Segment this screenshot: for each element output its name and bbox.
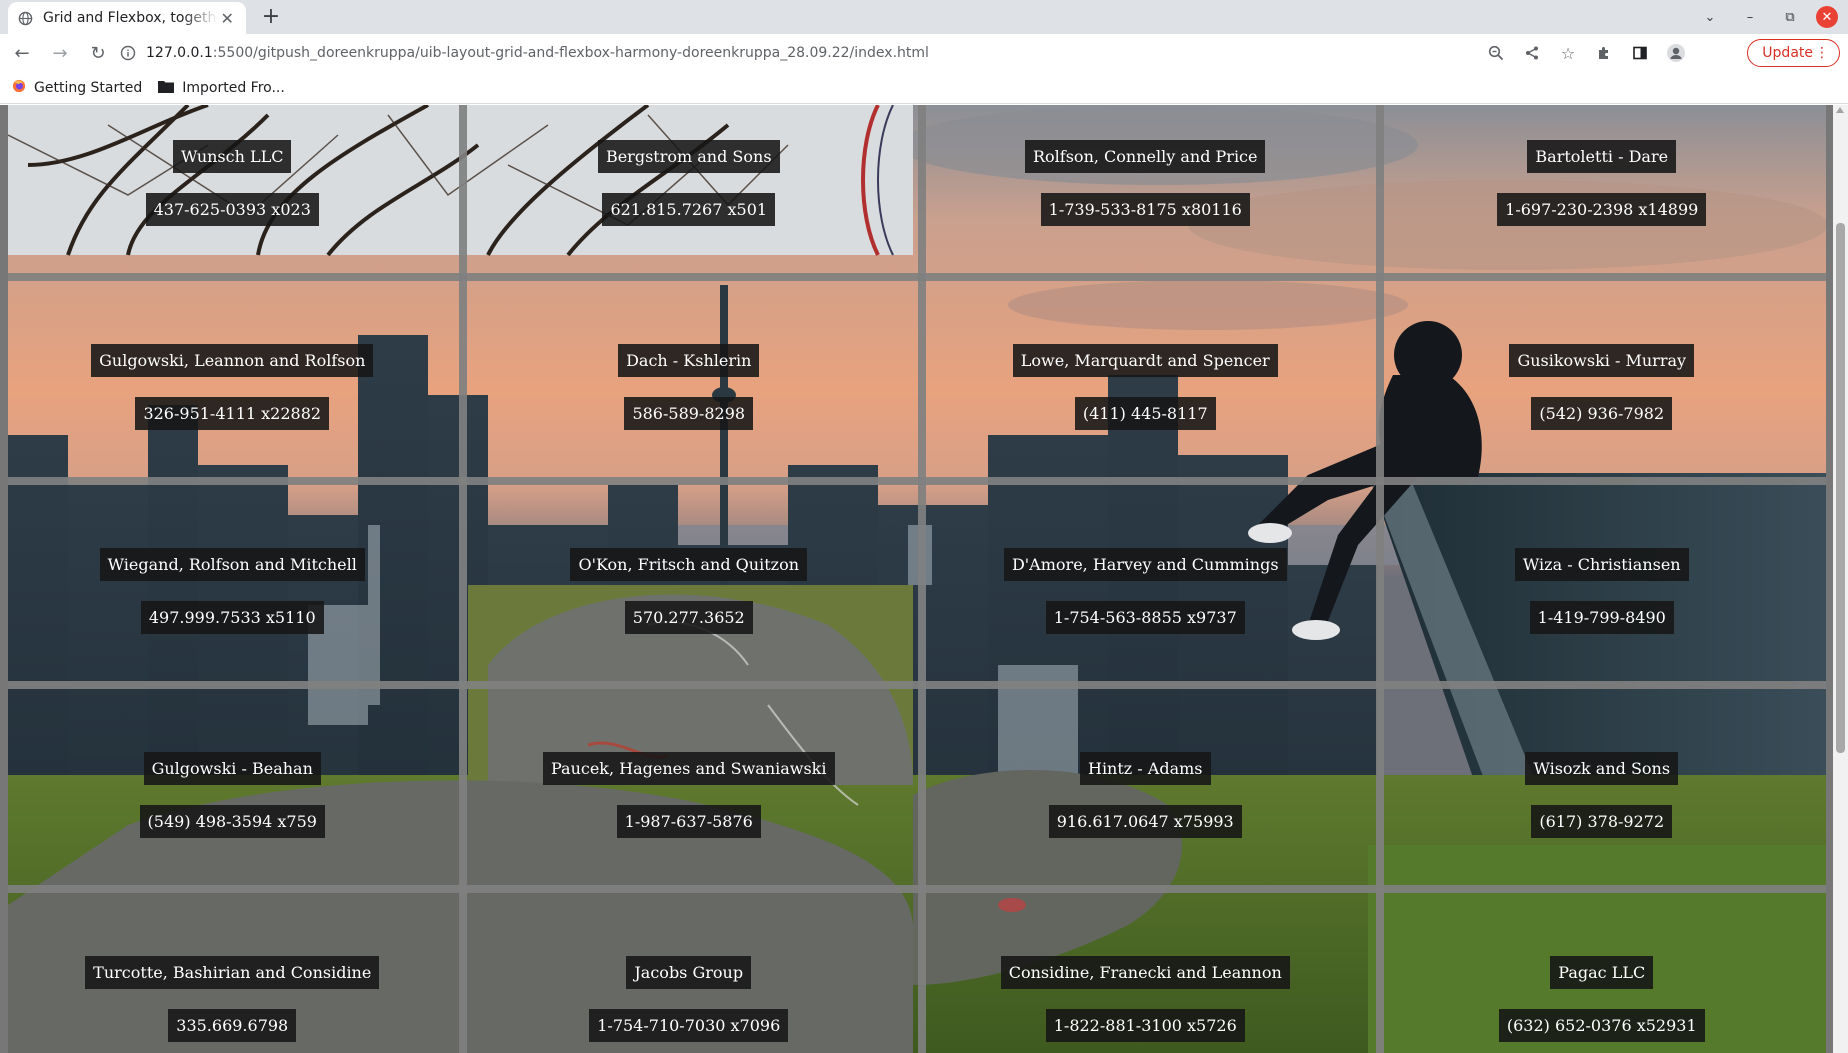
zoom-icon[interactable] <box>1482 39 1510 67</box>
card-company-name: Turcotte, Bashirian and Considine <box>85 956 380 989</box>
omnibox-actions: ☆ <box>1482 34 1690 72</box>
card: D'Amore, Harvey and Cummings 1-754-563-88… <box>921 493 1370 689</box>
card-phone-number: (542) 936-7982 <box>1531 397 1673 430</box>
share-icon[interactable] <box>1518 39 1546 67</box>
card: Gulgowski, Leannon and Rolfson 326-951-41… <box>8 289 457 485</box>
page-viewport[interactable]: Wunsch LLC 437-625-0393 x023 Bergstrom and… <box>0 105 1848 1053</box>
card-company-name: Hintz - Adams <box>1079 752 1211 785</box>
scroll-up-arrow-icon[interactable] <box>1836 107 1844 113</box>
card-phone-number: 586-589-8298 <box>624 397 754 430</box>
card: Wisozk and Sons (617) 378-9272 <box>1378 697 1827 893</box>
tab-search-icon[interactable]: ⌄ <box>1690 0 1730 34</box>
card-phone-number: 1-822-881-3100 x5726 <box>1045 1009 1245 1042</box>
card-phone-number: (617) 378-9272 <box>1531 805 1673 838</box>
card-company-name: Jacobs Group <box>626 956 752 989</box>
bookmark-label: Getting Started <box>34 79 143 96</box>
card-phone-number: 570.277.3652 <box>624 601 753 634</box>
scrollbar-thumb[interactable] <box>1836 223 1845 753</box>
bookmark-label: Imported Fro... <box>182 79 285 96</box>
card-phone-number: 335.669.6798 <box>168 1009 297 1042</box>
card-phone-number: 1-739-533-8175 x80116 <box>1040 193 1250 226</box>
update-button[interactable]: Update ⋮ <box>1747 39 1840 67</box>
folder-icon <box>158 79 175 97</box>
card-company-name: Wunsch LLC <box>173 140 292 173</box>
card-phone-number: 1-697-230-2398 x14899 <box>1497 193 1707 226</box>
browser-tab[interactable]: Grid and Flexbox, together ✕ <box>8 2 246 34</box>
browser-toolbar: ← → ↻ 127.0.0.1:5500/gitpush_doreenkrupp… <box>0 34 1848 72</box>
tab-title: Grid and Flexbox, together <box>43 10 219 26</box>
bookmarks-bar: Getting Started Imported Fro... <box>0 72 1848 104</box>
bookmark-star-icon[interactable]: ☆ <box>1554 39 1582 67</box>
card-company-name: Wisozk and Sons <box>1525 752 1679 785</box>
card-company-name: Paucek, Hagenes and Swaniawski <box>542 752 835 785</box>
firefox-icon <box>12 79 26 97</box>
menu-dots-icon: ⋮ <box>1815 45 1829 61</box>
card-company-name: D'Amore, Harvey and Cummings <box>1003 548 1287 581</box>
extensions-icon[interactable] <box>1590 39 1618 67</box>
forward-icon[interactable]: → <box>44 37 76 69</box>
card-phone-number: 1-754-710-7030 x7096 <box>589 1009 789 1042</box>
card: Wiegand, Rolfson and Mitchell 497.999.753… <box>8 493 457 689</box>
card: Dach - Kshlerin 586-589-8298 <box>465 289 914 485</box>
card-phone-number: 1-419-799-8490 <box>1529 601 1674 634</box>
card-company-name: Rolfson, Connelly and Price <box>1025 140 1266 173</box>
card: Wunsch LLC 437-625-0393 x023 <box>8 105 457 281</box>
card: Lowe, Marquardt and Spencer (411) 445-811… <box>921 289 1370 485</box>
card: Rolfson, Connelly and Price 1-739-533-817… <box>921 105 1370 281</box>
address-bar[interactable]: 127.0.0.1:5500/gitpush_doreenkruppa/uib-… <box>110 37 1720 69</box>
card-phone-number: 916.617.0647 x75993 <box>1048 805 1242 838</box>
card: Considine, Franecki and Leannon 1-822-881… <box>921 901 1370 1053</box>
site-info-icon[interactable] <box>116 41 140 65</box>
card-phone-number: (411) 445-8117 <box>1074 397 1216 430</box>
page-scrollbar[interactable] <box>1833 105 1848 1053</box>
bookmark-imported[interactable]: Imported Fro... <box>158 79 285 97</box>
card: Gulgowski - Beahan (549) 498-3594 x759 <box>8 697 457 893</box>
card-phone-number: 1-987-637-5876 <box>616 805 761 838</box>
card-company-name: Wiegand, Rolfson and Mitchell <box>99 548 365 581</box>
card: Pagac LLC (632) 652-0376 x52931 <box>1378 901 1827 1053</box>
card-company-name: Considine, Franecki and Leannon <box>1000 956 1290 989</box>
card-company-name: Gulgowski - Beahan <box>143 752 321 785</box>
url-text: 127.0.0.1:5500/gitpush_doreenkruppa/uib-… <box>146 45 929 61</box>
card-company-name: Wiza - Christiansen <box>1514 548 1689 581</box>
card: Bartoletti - Dare 1-697-230-2398 x14899 <box>1378 105 1827 281</box>
card: Bergstrom and Sons 621.815.7267 x501 <box>465 105 914 281</box>
globe-icon <box>18 11 33 26</box>
card-phone-number: 497.999.7533 x5110 <box>140 601 324 634</box>
card-phone-number: 326-951-4111 x22882 <box>135 397 330 430</box>
card-phone-number: 437-625-0393 x023 <box>145 193 319 226</box>
tab-strip: Grid and Flexbox, together ✕ + ⌄ – ⧉ ✕ <box>0 0 1848 34</box>
card-phone-number: 1-754-563-8855 x9737 <box>1045 601 1245 634</box>
window-close-icon[interactable]: ✕ <box>1816 6 1838 28</box>
card-company-name: Pagac LLC <box>1550 956 1654 989</box>
card-phone-number: (632) 652-0376 x52931 <box>1498 1009 1705 1042</box>
update-label: Update <box>1762 45 1813 61</box>
card: O'Kon, Fritsch and Quitzon 570.277.3652 <box>465 493 914 689</box>
restore-icon[interactable]: ⧉ <box>1770 0 1810 34</box>
card: Paucek, Hagenes and Swaniawski 1-987-637-… <box>465 697 914 893</box>
side-panel-icon[interactable] <box>1626 39 1654 67</box>
minimize-icon[interactable]: – <box>1730 0 1770 34</box>
card-grid: Wunsch LLC 437-625-0393 x023 Bergstrom and… <box>8 105 1826 1053</box>
card-company-name: Gulgowski, Leannon and Rolfson <box>91 344 374 377</box>
window-controls: ⌄ – ⧉ ✕ <box>1690 0 1848 34</box>
card-company-name: Bergstrom and Sons <box>597 140 780 173</box>
card-company-name: Gusikowski - Murray <box>1509 344 1695 377</box>
card-company-name: Dach - Kshlerin <box>618 344 760 377</box>
card-phone-number: 621.815.7267 x501 <box>602 193 776 226</box>
card: Jacobs Group 1-754-710-7030 x7096 <box>465 901 914 1053</box>
card-company-name: O'Kon, Fritsch and Quitzon <box>570 548 807 581</box>
profile-avatar-icon[interactable] <box>1662 39 1690 67</box>
back-icon[interactable]: ← <box>6 37 38 69</box>
bookmark-getting-started[interactable]: Getting Started <box>12 79 142 97</box>
card: Turcotte, Bashirian and Considine 335.669… <box>8 901 457 1053</box>
tab-close-icon[interactable]: ✕ <box>218 9 236 28</box>
card-phone-number: (549) 498-3594 x759 <box>139 805 325 838</box>
new-tab-icon[interactable]: + <box>258 4 284 30</box>
card: Wiza - Christiansen 1-419-799-8490 <box>1378 493 1827 689</box>
card: Gusikowski - Murray (542) 936-7982 <box>1378 289 1827 485</box>
card-company-name: Lowe, Marquardt and Spencer <box>1012 344 1278 377</box>
card-company-name: Bartoletti - Dare <box>1527 140 1677 173</box>
card: Hintz - Adams 916.617.0647 x75993 <box>921 697 1370 893</box>
